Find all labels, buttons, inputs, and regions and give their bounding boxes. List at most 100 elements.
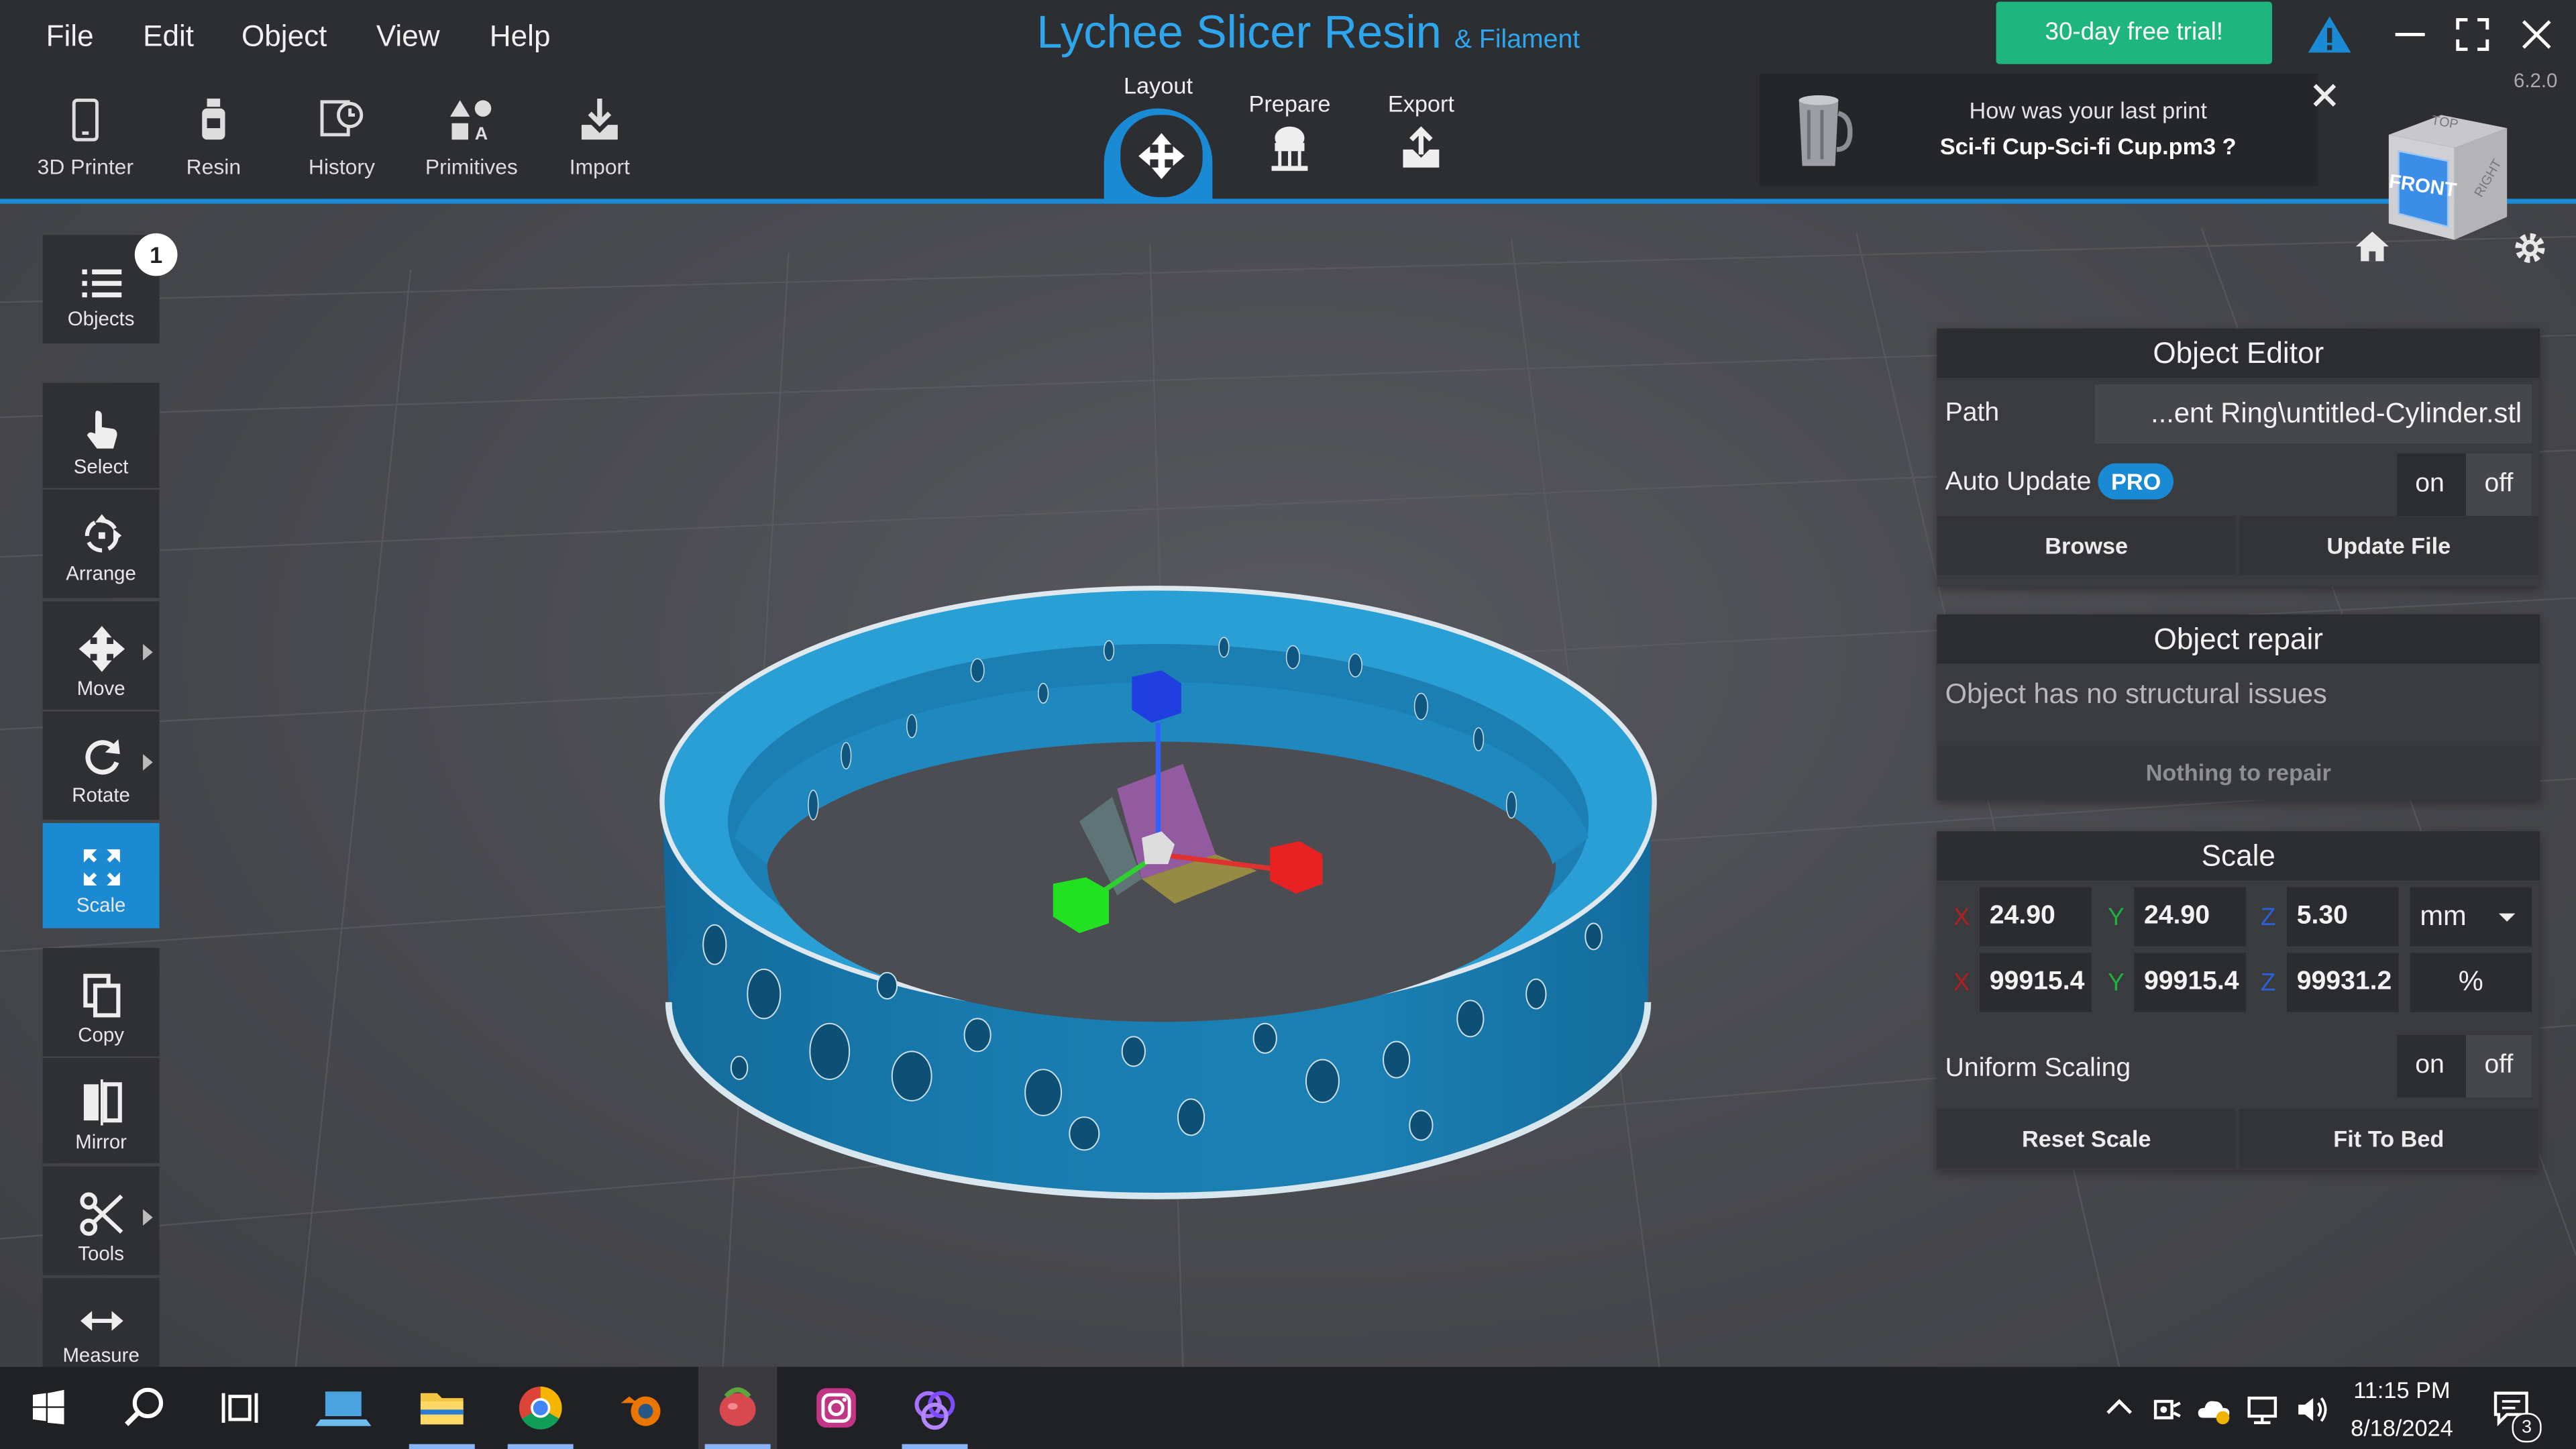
- object-repair-panel: Object repair Object has no structural i…: [1937, 614, 2540, 800]
- select-tool[interactable]: Select: [42, 382, 160, 488]
- history-icon: [320, 100, 364, 137]
- tools-label: Tools: [78, 1242, 124, 1265]
- menu-help[interactable]: Help: [490, 19, 551, 54]
- toolbar-resin[interactable]: Resin: [156, 95, 271, 179]
- nothing-to-repair-button: Nothing to repair: [1937, 745, 2540, 800]
- toolbar-3d-printer-label: 3D Printer: [37, 154, 134, 179]
- ring-model[interactable]: [649, 575, 1667, 1216]
- search-button[interactable]: [105, 1367, 184, 1449]
- view-cube[interactable]: FRONT RIGHT TOP: [2375, 99, 2523, 246]
- chrome-running-indicator: [507, 1444, 574, 1449]
- copy-tool[interactable]: Copy: [42, 948, 160, 1057]
- explorer-running-indicator: [409, 1444, 475, 1449]
- taskbar-app-chrome[interactable]: [501, 1367, 580, 1449]
- toolbar-history[interactable]: History: [284, 95, 399, 179]
- fit-to-bed-button[interactable]: Fit To Bed: [2239, 1109, 2538, 1169]
- scale-x-pct-input[interactable]: 99915.4: [1980, 953, 2092, 1012]
- tab-export[interactable]: Export: [1372, 91, 1470, 172]
- taskbar-app-explorer[interactable]: [402, 1367, 482, 1449]
- scale-z-mm-input[interactable]: 5.30: [2287, 887, 2399, 947]
- volume-icon[interactable]: [2294, 1391, 2333, 1428]
- toolbar-3d-printer[interactable]: 3D Printer: [28, 95, 143, 179]
- mirror-icon: [83, 1079, 121, 1126]
- toolbar-primitives-label: Primitives: [425, 154, 518, 179]
- loop-app-icon: [914, 1391, 955, 1430]
- network-icon[interactable]: [2244, 1391, 2284, 1428]
- uniform-off[interactable]: off: [2465, 1034, 2532, 1097]
- update-file-button[interactable]: Update File: [2239, 515, 2538, 576]
- measure-label: Measure: [62, 1344, 140, 1367]
- scale-y-pct-input[interactable]: 99915.4: [2134, 953, 2246, 1012]
- scale-z-pct-label: Z: [2260, 969, 2276, 998]
- uniform-scaling-toggle[interactable]: on off: [2397, 1034, 2532, 1097]
- dismiss-feedback-icon[interactable]: [2312, 82, 2338, 108]
- taskbar-app-instagram[interactable]: [797, 1367, 876, 1449]
- tab-export-label: Export: [1387, 90, 1454, 117]
- search-icon: [124, 1387, 164, 1426]
- arrange-tool[interactable]: Arrange: [42, 489, 160, 598]
- warning-icon[interactable]: [2306, 13, 2353, 56]
- version-label: 6.2.0: [2513, 68, 2558, 93]
- move-expand-arrow[interactable]: [143, 644, 153, 661]
- repair-status: Object has no structural issues: [1945, 678, 2327, 710]
- tab-prepare[interactable]: Prepare: [1240, 91, 1339, 172]
- auto-update-toggle[interactable]: on off: [2397, 453, 2532, 516]
- unit-select[interactable]: mm: [2410, 887, 2532, 947]
- scale-panel: Scale X 24.90 Y 24.90 Z 5.30 mm X 99915.…: [1937, 831, 2540, 1170]
- windows-taskbar: 11:15 PM 8/18/2024 3: [0, 1366, 2576, 1449]
- print-feedback-card[interactable]: How was your last print Sci-fi Cup-Sci-f…: [1759, 74, 2318, 186]
- maximize-icon[interactable]: [2455, 16, 2491, 52]
- auto-update-off[interactable]: off: [2465, 453, 2532, 516]
- purple-app-running-indicator: [902, 1444, 968, 1449]
- taskbar-app-lychee[interactable]: [698, 1366, 777, 1449]
- path-field[interactable]: ...ent Ring\untitled-Cylinder.stl: [2094, 384, 2532, 444]
- tools-tool[interactable]: Tools: [42, 1166, 160, 1275]
- taskbar-app-purple[interactable]: [896, 1367, 975, 1449]
- auto-update-label: Auto Update: [1945, 468, 2092, 496]
- instagram-icon: [816, 1388, 856, 1428]
- scale-tool[interactable]: Scale: [42, 822, 160, 928]
- taskbar-app-desktop[interactable]: [306, 1367, 385, 1449]
- measure-tool[interactable]: Measure: [42, 1278, 160, 1367]
- list-icon: [81, 269, 121, 298]
- clock-time[interactable]: 11:15 PM: [2339, 1377, 2464, 1403]
- toolbar-primitives[interactable]: A Primitives: [414, 95, 529, 179]
- blender-icon: [621, 1396, 661, 1426]
- scale-z-pct-input[interactable]: 99931.2: [2287, 953, 2399, 1012]
- tab-layout[interactable]: [1117, 111, 1206, 201]
- taskbar-app-blender[interactable]: [601, 1367, 680, 1449]
- move-tool[interactable]: Move: [42, 601, 160, 710]
- toolbar-history-label: History: [308, 154, 375, 179]
- scale-x-label: X: [1953, 903, 1970, 932]
- close-icon[interactable]: [2518, 16, 2555, 52]
- task-view-button[interactable]: [201, 1367, 280, 1449]
- scale-icon: [83, 849, 119, 886]
- auto-update-on[interactable]: on: [2397, 453, 2463, 516]
- settings-gear-icon[interactable]: [2510, 228, 2550, 268]
- menu-edit[interactable]: Edit: [143, 19, 194, 54]
- start-button[interactable]: [8, 1367, 87, 1449]
- scale-y-mm-input[interactable]: 24.90: [2134, 887, 2246, 947]
- mirror-tool[interactable]: Mirror: [42, 1058, 160, 1163]
- meet-now-icon[interactable]: [2149, 1391, 2185, 1428]
- menu-file[interactable]: File: [46, 19, 94, 54]
- import-icon: [581, 98, 618, 140]
- uniform-on[interactable]: on: [2397, 1035, 2463, 1097]
- onedrive-icon[interactable]: [2195, 1391, 2235, 1428]
- rotate-tool[interactable]: Rotate: [42, 711, 160, 820]
- menu-object[interactable]: Object: [241, 19, 327, 54]
- rotate-expand-arrow[interactable]: [143, 754, 153, 771]
- home-view-icon[interactable]: [2354, 228, 2390, 264]
- clock-date[interactable]: 8/18/2024: [2339, 1415, 2464, 1441]
- toolbar-import[interactable]: Import: [542, 95, 657, 179]
- reset-scale-button[interactable]: Reset Scale: [1937, 1109, 2237, 1169]
- browse-button[interactable]: Browse: [1937, 515, 2237, 576]
- lychee-running-indicator: [704, 1444, 771, 1449]
- scale-x-mm-input[interactable]: 24.90: [1980, 887, 2092, 947]
- free-trial-button[interactable]: 30-day free trial!: [1996, 1, 2272, 64]
- minimize-icon[interactable]: [2392, 16, 2428, 52]
- chevron-up-icon[interactable]: [2103, 1391, 2136, 1424]
- tools-expand-arrow[interactable]: [143, 1209, 153, 1226]
- menu-view[interactable]: View: [376, 19, 440, 54]
- pro-badge: PRO: [2098, 463, 2174, 500]
